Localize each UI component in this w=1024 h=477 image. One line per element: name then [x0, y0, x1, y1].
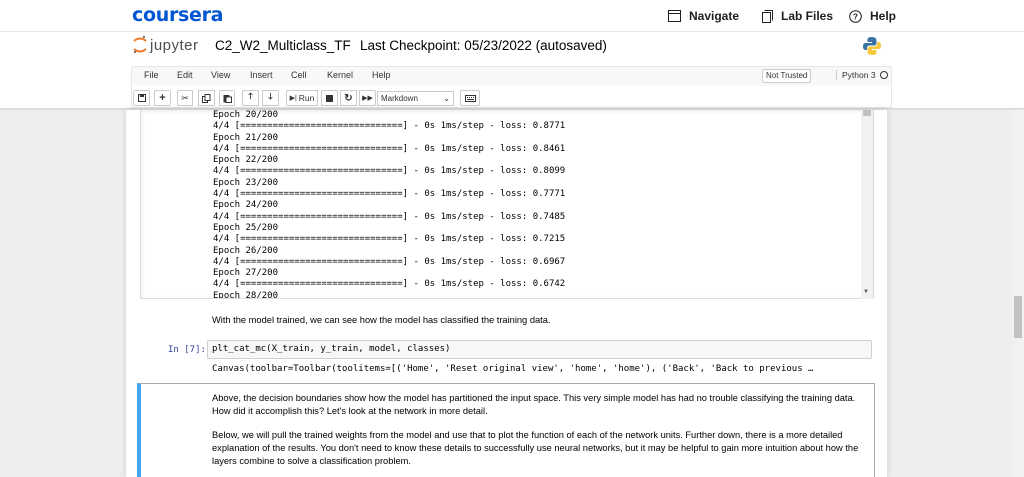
output-line: Epoch 26/200 [213, 245, 279, 256]
scroll-down-arrow-icon[interactable]: ▼ [863, 289, 869, 295]
markdown-text: With the model trained, we can see how t… [212, 315, 551, 325]
markdown-paragraph-2-line-2: explanation of the results. You don't ne… [212, 443, 859, 453]
menu-help[interactable]: Help [372, 70, 391, 80]
input-prompt: In [7]: [168, 345, 206, 355]
insert-cell-button[interactable]: + [154, 90, 171, 106]
kernel-name[interactable]: Python 3 [836, 70, 876, 80]
menu-insert[interactable]: Insert [250, 70, 273, 80]
checkpoint-status: Last Checkpoint: 05/23/2022 (autosaved) [360, 38, 607, 53]
code-text: plt_cat_mc(X_train, y_train, model, clas… [212, 344, 451, 354]
move-down-button[interactable]: 🡓 [262, 90, 279, 106]
plus-icon: + [159, 92, 166, 104]
chevron-down-icon: ⌄ [443, 94, 450, 103]
trust-button[interactable]: Not Trusted [762, 69, 812, 83]
menu-kernel[interactable]: Kernel [327, 70, 353, 80]
jupyter-orbit-icon [133, 35, 147, 54]
copy-icon [202, 93, 211, 103]
kernel-status-icon [880, 71, 888, 79]
canvas-output: Canvas(toolbar=Toolbar(toolitems=[('Home… [212, 364, 814, 374]
move-up-button[interactable]: 🡑 [242, 90, 259, 106]
help-label: Help [870, 9, 897, 23]
output-line: Epoch 20/200 [213, 110, 279, 120]
help-icon: ? [849, 9, 862, 23]
markdown-paragraph-1-line-1: Above, the decision boundaries show how … [212, 393, 856, 403]
jupyter-logo[interactable]: jupyter [133, 35, 199, 55]
restart-button[interactable]: ↻ [340, 90, 357, 106]
coursera-logo[interactable]: coursera [132, 4, 224, 26]
restart-icon: ↻ [344, 92, 353, 104]
stop-icon [326, 94, 333, 102]
menu-view[interactable]: View [211, 70, 230, 80]
output-line: 4/4 [==============================] - 0… [213, 166, 566, 177]
output-scrollbar-thumb[interactable] [863, 110, 871, 116]
output-line: 4/4 [==============================] - 0… [213, 189, 566, 200]
output-line: 4/4 [==============================] - 0… [213, 121, 566, 132]
jupyter-logo-text: jupyter [150, 36, 199, 54]
output-line: Epoch 25/200 [213, 222, 279, 233]
markdown-paragraph-1-line-2: How did it accomplish this? Let's look a… [212, 406, 488, 416]
cell-type-value: Markdown [381, 94, 418, 103]
navigate-button[interactable]: Navigate [668, 8, 739, 24]
command-palette-button[interactable] [460, 90, 480, 106]
svg-text:?: ? [853, 12, 858, 21]
menu-edit[interactable]: Edit [177, 70, 193, 80]
navigate-label: Navigate [689, 9, 740, 23]
navigate-icon [668, 10, 681, 22]
output-line: Epoch 28/200 [213, 290, 279, 299]
help-button[interactable]: ? Help [849, 8, 896, 24]
markdown-paragraph-2-line-3: layers combine to solve a classification… [212, 456, 411, 466]
step-forward-icon: ▶| [289, 95, 297, 102]
output-line: 4/4 [==============================] - 0… [213, 143, 566, 154]
lab-files-button[interactable]: Lab Files [762, 8, 833, 24]
lab-files-label: Lab Files [781, 9, 834, 23]
arrow-up-icon: 🡑 [248, 91, 253, 101]
output-line: Epoch 22/200 [213, 155, 279, 166]
page-scrollbar[interactable] [1012, 110, 1024, 477]
cell-type-select[interactable]: Markdown ⌄ [377, 91, 454, 106]
output-line: Epoch 24/200 [213, 200, 279, 211]
python-logo-icon [863, 37, 881, 55]
output-scrollbar[interactable] [861, 110, 873, 299]
output-scroll-area[interactable]: Epoch 20/200 4/4 [=======================… [140, 110, 874, 299]
notebook-name[interactable]: C2_W2_Multiclass_TF [215, 38, 351, 53]
save-icon [137, 94, 146, 102]
page-scrollbar-thumb[interactable] [1014, 296, 1022, 338]
save-button[interactable] [133, 90, 150, 106]
output-line: 4/4 [==============================] - 0… [213, 256, 566, 267]
markdown-paragraph-2-line-1: Below, we will pull the trained weights … [212, 430, 843, 440]
copy-button[interactable] [198, 90, 215, 106]
arrow-down-icon: 🡓 [268, 91, 273, 101]
run-label: Run [298, 93, 315, 103]
output-line: 4/4 [==============================] - 0… [213, 211, 566, 222]
output-line: Epoch 21/200 [213, 132, 279, 143]
output-line: Epoch 27/200 [213, 268, 279, 279]
menu-cell[interactable]: Cell [291, 70, 307, 80]
fast-forward-icon: ▶▶ [362, 95, 373, 102]
paste-button[interactable] [219, 90, 235, 106]
restart-run-all-button[interactable]: ▶▶ [359, 90, 376, 106]
output-line: 4/4 [==============================] - 0… [213, 234, 566, 245]
interrupt-button[interactable] [321, 90, 338, 106]
training-output: Epoch 20/200 4/4 [=======================… [213, 110, 566, 299]
keyboard-icon [464, 94, 476, 102]
paste-icon [223, 94, 232, 103]
scissors-icon: ✂ [181, 92, 189, 103]
lab-files-icon [762, 9, 773, 23]
menu-file[interactable]: File [144, 70, 159, 80]
output-line: 4/4 [==============================] - 0… [213, 279, 566, 290]
output-line: Epoch 23/200 [213, 177, 279, 188]
cut-button[interactable]: ✂ [177, 90, 193, 106]
run-button[interactable]: ▶| Run [286, 90, 318, 106]
